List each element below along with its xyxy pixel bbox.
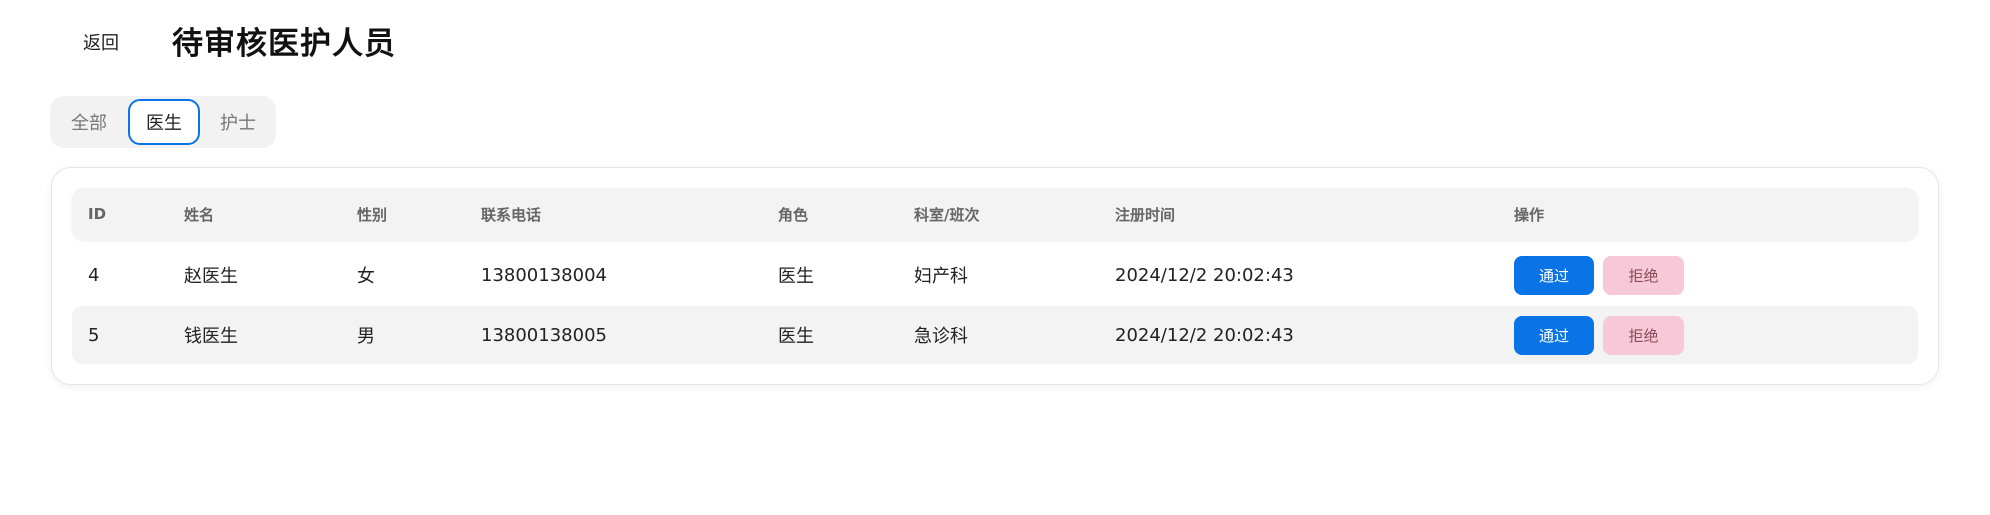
table-row: 5 钱医生 男 13800138005 医生 急诊科 2024/12/2 20:… <box>72 306 1918 364</box>
column-header-phone: 联系电话 <box>481 205 542 224</box>
page-title: 待审核医护人员 <box>172 26 396 62</box>
cell-id: 4 <box>88 264 100 286</box>
cell-department: 妇产科 <box>914 266 968 287</box>
column-header-department: 科室/班次 <box>914 205 980 224</box>
tab-all[interactable]: 全部 <box>54 99 124 145</box>
reject-button[interactable]: 拒绝 <box>1603 316 1684 355</box>
tab-nurse[interactable]: 护士 <box>204 99 272 145</box>
column-header-role: 角色 <box>778 205 809 224</box>
back-button[interactable]: 返回 <box>62 22 140 62</box>
table-row: 4 赵医生 女 13800138004 医生 妇产科 2024/12/2 20:… <box>72 246 1918 304</box>
cell-gender: 女 <box>357 266 375 287</box>
approve-button[interactable]: 通过 <box>1514 316 1594 355</box>
cell-role: 医生 <box>778 326 814 347</box>
cell-registered-time: 2024/12/2 20:02:43 <box>1115 264 1294 286</box>
cell-phone: 13800138005 <box>481 324 607 346</box>
tab-doctor[interactable]: 医生 <box>128 99 200 145</box>
column-header-registered-time: 注册时间 <box>1115 205 1176 224</box>
cell-phone: 13800138004 <box>481 264 607 286</box>
reject-button[interactable]: 拒绝 <box>1603 256 1684 295</box>
cell-department: 急诊科 <box>914 326 968 347</box>
cell-name: 钱医生 <box>184 326 238 347</box>
column-header-name: 姓名 <box>184 205 215 224</box>
column-header-id: ID <box>88 205 107 223</box>
cell-name: 赵医生 <box>184 266 238 287</box>
cell-role: 医生 <box>778 266 814 287</box>
column-header-actions: 操作 <box>1514 205 1545 224</box>
cell-registered-time: 2024/12/2 20:02:43 <box>1115 324 1294 346</box>
cell-id: 5 <box>88 324 100 346</box>
column-header-gender: 性别 <box>357 205 388 224</box>
role-filter-tabs: 全部 医生 护士 <box>50 96 276 148</box>
pending-staff-table-card: ID 姓名 性别 联系电话 角色 科室/班次 注册时间 操作 4 赵医生 女 1… <box>51 167 1939 385</box>
table-header: ID 姓名 性别 联系电话 角色 科室/班次 注册时间 操作 <box>72 188 1918 240</box>
page-header: 返回 待审核医护人员 <box>0 0 1990 90</box>
approve-button[interactable]: 通过 <box>1514 256 1594 295</box>
cell-gender: 男 <box>357 326 375 347</box>
